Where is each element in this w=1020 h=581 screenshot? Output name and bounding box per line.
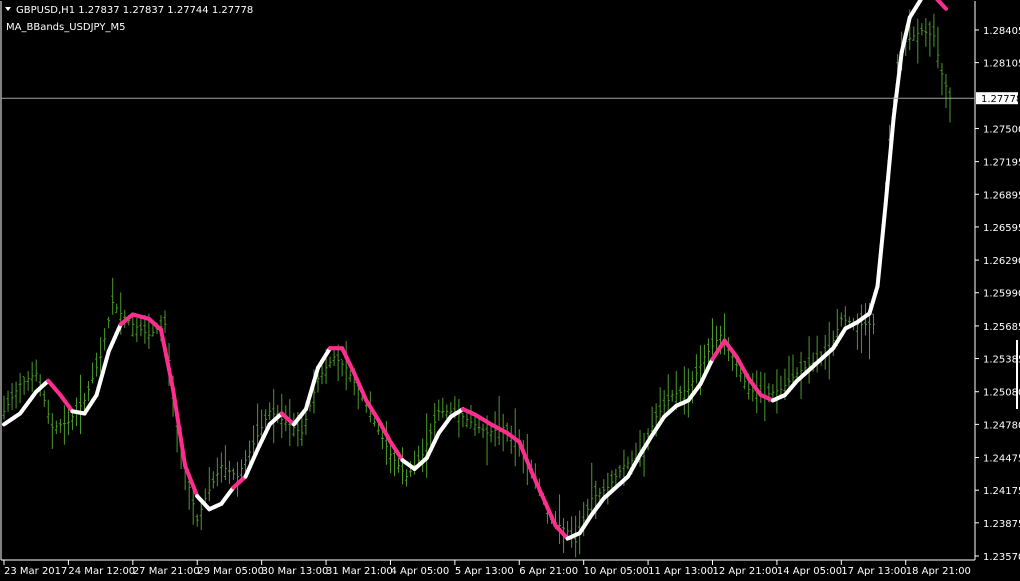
indicator-name-label: MA_BBands_USDJPY_M5 (6, 22, 125, 33)
y-tick-label: 1.25685 (983, 322, 1020, 333)
y-tick-label: 1.25990 (983, 289, 1020, 300)
y-tick-label: 1.24175 (983, 486, 1020, 497)
y-tick-label: 1.23875 (983, 519, 1020, 530)
ma-segment (879, 223, 886, 248)
y-tick-label: 1.24780 (983, 420, 1020, 431)
ma-segment (897, 50, 904, 71)
ma-segment (887, 137, 894, 164)
ma-segment (941, 4, 948, 11)
y-tick-label: 1.26895 (983, 190, 1020, 201)
x-tick-label: 29 Mar 05:00 (197, 566, 264, 577)
ma-segment (881, 202, 888, 228)
ma-segment (889, 115, 896, 142)
y-tick-label: 1.28105 (983, 59, 1020, 70)
current-price-label: 1.27778 (981, 94, 1020, 105)
chart-scroll-marker[interactable] (1016, 340, 1018, 409)
ma-segment (875, 263, 882, 289)
x-tick-label: 27 Mar 21:00 (133, 566, 200, 577)
ma-segment (877, 243, 884, 268)
y-tick-label: 1.25385 (983, 355, 1020, 366)
y-tick-label: 1.23570 (983, 552, 1020, 563)
y-tick-label: 1.25080 (983, 388, 1020, 399)
chart-background (0, 0, 1020, 581)
ma-segment (893, 82, 900, 104)
symbol-ohlc-label: GBPUSD,H1 1.27837 1.27837 1.27744 1.2777… (16, 5, 253, 16)
x-tick-label: 5 Apr 13:00 (455, 566, 514, 577)
ma-segment (891, 99, 898, 120)
y-tick-label: 1.27500 (983, 124, 1020, 135)
y-tick-label: 1.26595 (983, 223, 1020, 234)
x-tick-label: 23 Mar 2017 (4, 566, 67, 577)
x-tick-label: 17 Apr 13:00 (841, 566, 906, 577)
x-tick-label: 4 Apr 05:00 (390, 566, 449, 577)
price-chart[interactable]: 1.27778 1.28405 1.28105 1.27500 1.27195 1.26… (0, 0, 1020, 581)
ma-segment (895, 66, 902, 87)
ma-segment (883, 180, 890, 207)
ma-segment (917, 0, 923, 4)
x-tick-label: 18 Apr 21:00 (906, 566, 971, 577)
y-tick-label: 1.27195 (983, 158, 1020, 169)
y-tick-label: 1.26290 (983, 256, 1020, 267)
x-tick-label: 24 Mar 12:00 (68, 566, 135, 577)
ma-segment (885, 159, 892, 185)
y-tick-label: 1.28405 (983, 26, 1020, 37)
x-tick-label: 6 Apr 21:00 (519, 566, 578, 577)
x-tick-label: 14 Apr 05:00 (777, 566, 842, 577)
y-tick-label: 1.24475 (983, 454, 1020, 465)
x-tick-label: 12 Apr 21:00 (712, 566, 777, 577)
x-tick-label: 10 Apr 05:00 (584, 566, 649, 577)
x-tick-label: 30 Mar 13:00 (262, 566, 329, 577)
x-tick-label: 11 Apr 13:00 (648, 566, 713, 577)
x-tick-label: 31 Mar 21:00 (326, 566, 393, 577)
